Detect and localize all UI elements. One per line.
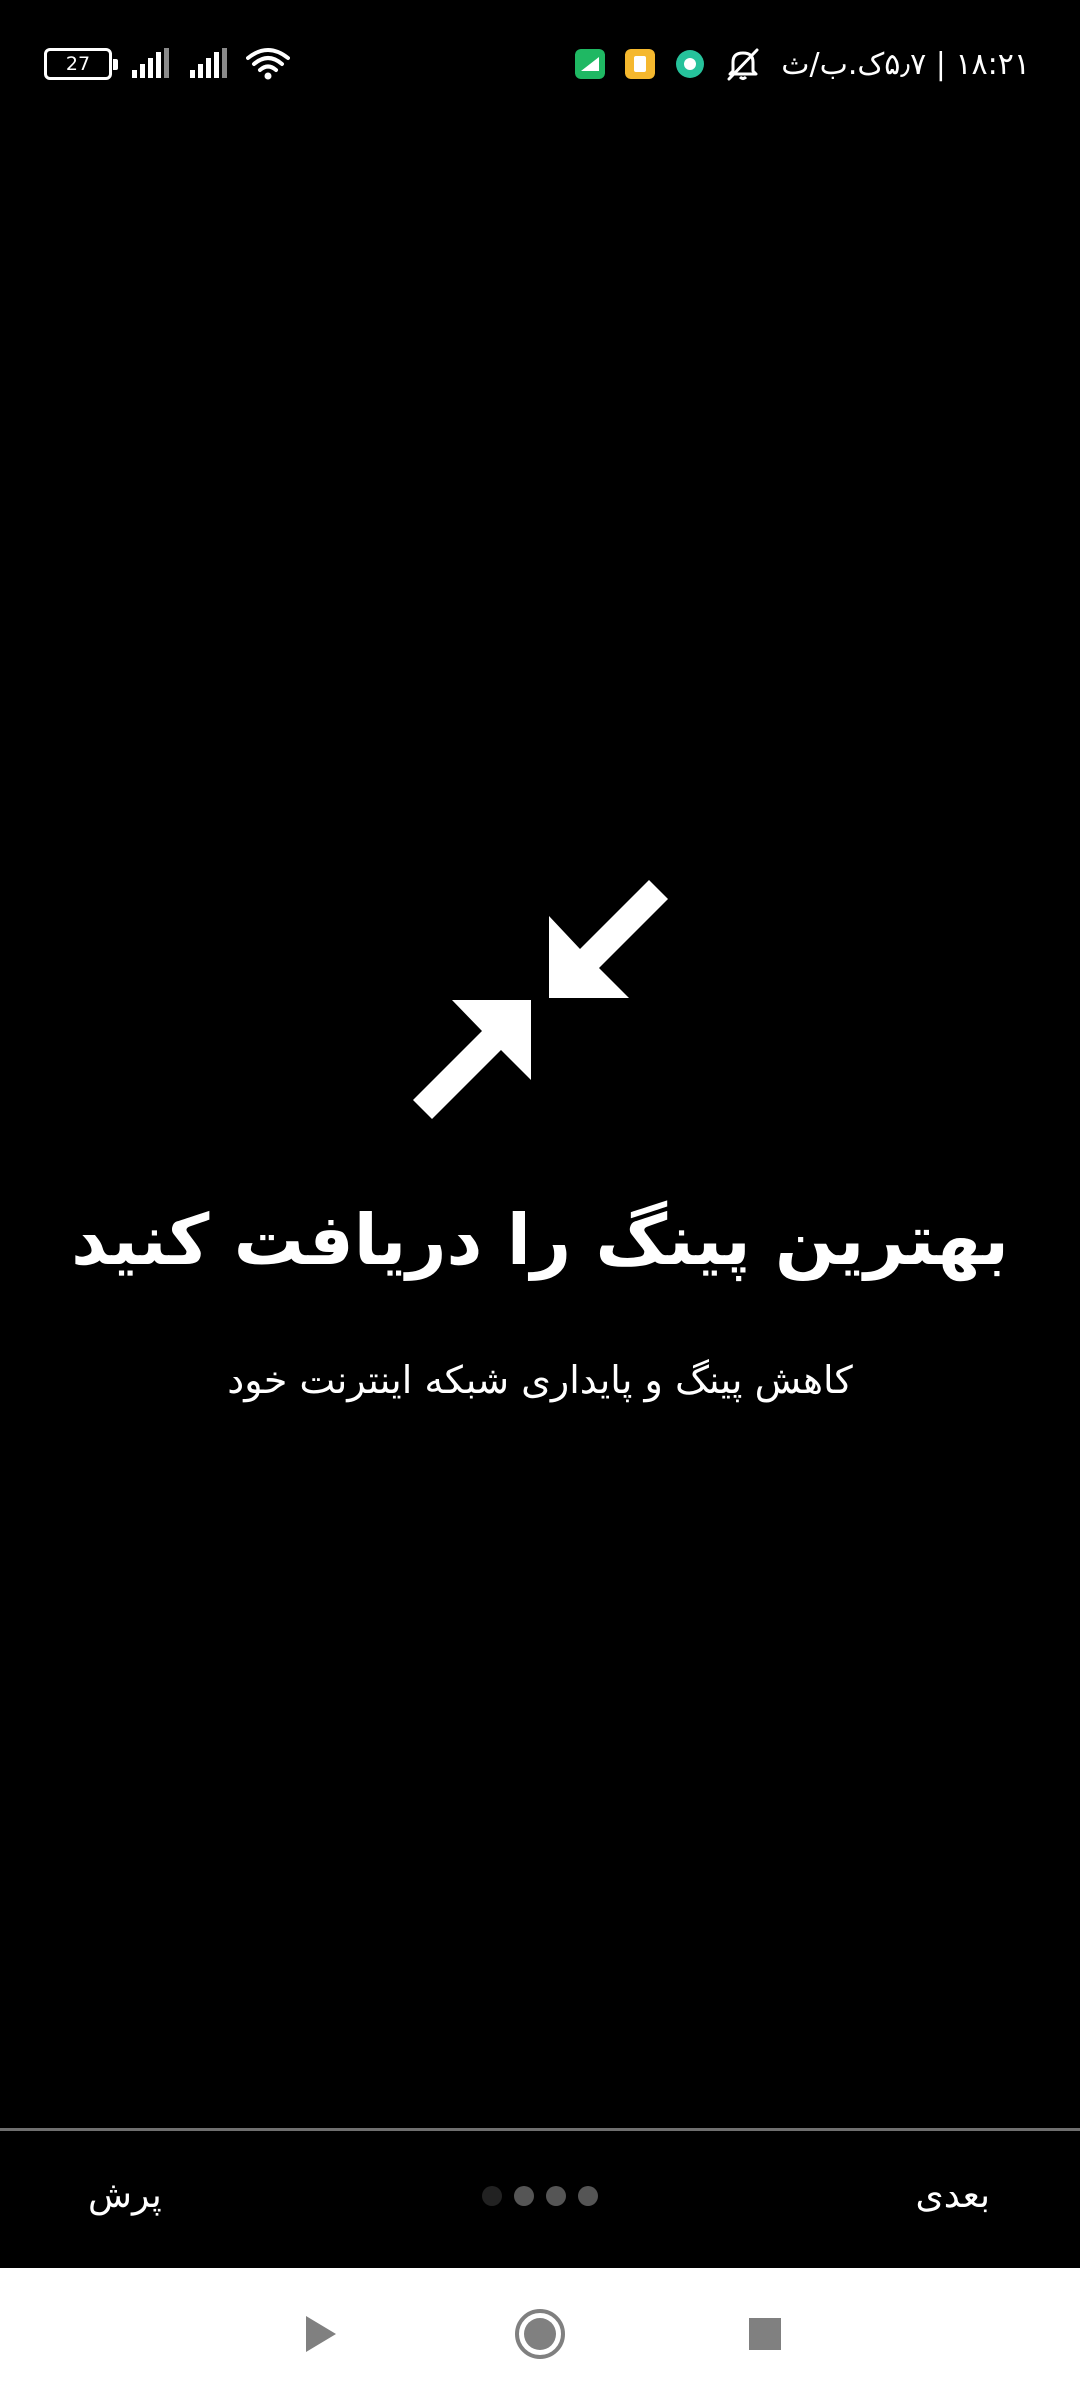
system-nav-bar [0,2268,1080,2400]
back-button[interactable] [270,2268,370,2400]
status-time: ۱۸:۲۱ | ۵٫۷ک.ب/ث [781,46,1030,82]
page-indicator [482,2186,598,2206]
status-bar-right: ۱۸:۲۱ | ۵٫۷ک.ب/ث [575,44,1030,84]
battery-level: 27 [65,53,91,75]
status-bar: 27 ۱۸:۲۱ | ۵٫۷ک.ب/ث [0,0,1080,130]
signal-icon [132,48,169,78]
app-notification-icon [676,50,705,78]
onboarding-nav: پرش بعدی [0,2131,1080,2268]
home-icon [515,2309,565,2359]
onboarding-title: بهترین پینگ را دریافت کنید [71,1199,1009,1281]
recents-icon [749,2318,781,2350]
skip-button[interactable]: پرش [82,2169,168,2223]
compress-arrows-icon [413,880,668,1119]
wifi-icon [246,48,290,80]
page-dot [482,2186,502,2206]
page-dot [578,2186,598,2206]
mute-icon [727,48,759,81]
recents-button[interactable] [715,2268,815,2400]
page-dot-active [514,2186,534,2206]
next-button[interactable]: بعدی [910,2169,996,2223]
signal-icon [190,48,227,78]
app-notification-icon [575,49,606,79]
status-bar-left: 27 [44,44,290,84]
app-notification-icon [625,49,656,79]
page-dot [546,2186,566,2206]
back-icon [306,2316,336,2352]
home-button[interactable] [490,2268,590,2400]
onboarding-subtitle: کاهش پینگ و پایداری شبکه اینترنت خود [227,1358,853,1402]
battery-icon: 27 [44,48,118,80]
